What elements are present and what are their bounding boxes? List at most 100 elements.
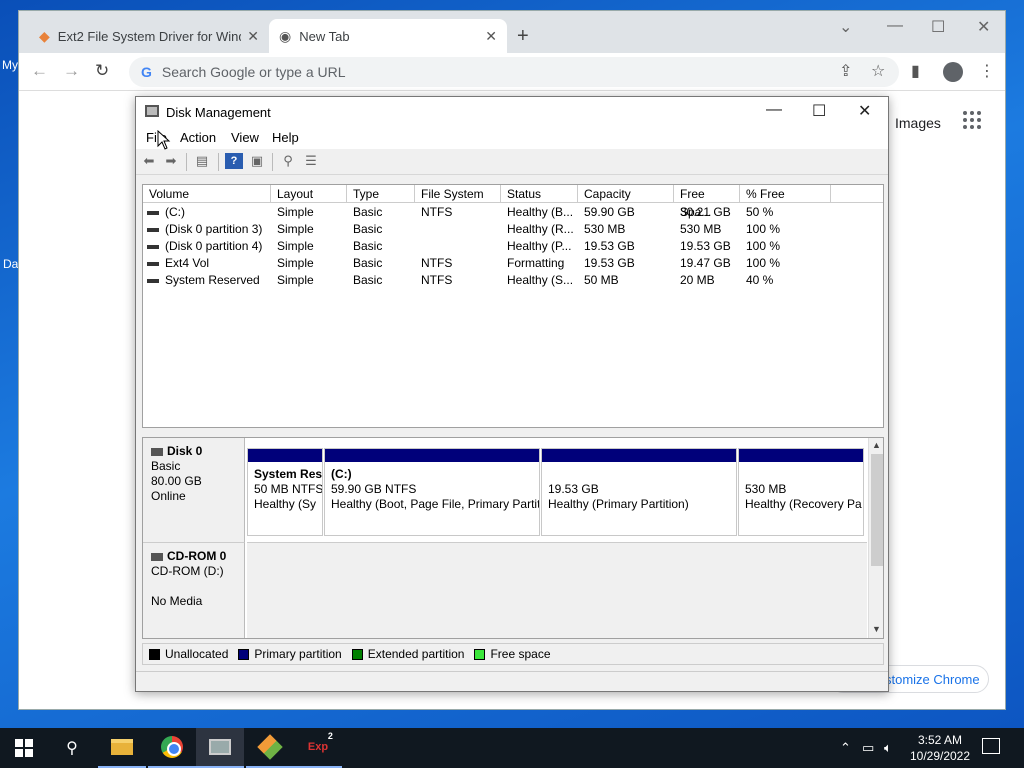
- maximize-icon[interactable]: ☐: [812, 101, 826, 121]
- col-header-layout[interactable]: Layout: [271, 185, 347, 203]
- partition-system-reserved[interactable]: System Res 50 MB NTFS Healthy (Sy: [247, 448, 323, 536]
- show-hidden-icons[interactable]: ⌃: [840, 728, 851, 768]
- col-header-filesystem[interactable]: File System: [415, 185, 501, 203]
- partition-primary-4[interactable]: 19.53 GB Healthy (Primary Partition): [541, 448, 737, 536]
- forward-arrow-icon[interactable]: ➡: [162, 153, 180, 169]
- table-cell: 50 MB: [584, 273, 619, 287]
- cdrom0-label[interactable]: CD-ROM 0 CD-ROM (D:) No Media: [143, 542, 245, 638]
- partition-size: 530 MB: [745, 482, 787, 496]
- table-cell: Basic: [353, 205, 383, 219]
- tab-search-icon[interactable]: ⌄: [839, 17, 852, 37]
- menu-view[interactable]: View: [231, 130, 259, 145]
- menu-action[interactable]: Action: [180, 130, 216, 145]
- list-view-icon[interactable]: ☰: [302, 153, 320, 169]
- window-title: Disk Management: [166, 104, 271, 120]
- table-cell: 530 MB: [584, 222, 626, 236]
- table-row[interactable]: System Reserved Simple Basic NTFS Healthy (S…: [143, 272, 883, 289]
- volume-icon[interactable]: 🔈︎: [884, 728, 892, 768]
- minimize-icon[interactable]: —: [887, 17, 903, 35]
- table-cell: Simple: [277, 222, 314, 236]
- table-cell: (C:): [143, 204, 271, 221]
- tab-ext2-driver[interactable]: ◆ Ext2 File System Driver for Windows ✕: [29, 19, 269, 53]
- properties-icon[interactable]: ▣: [248, 153, 266, 169]
- apps-grid-icon[interactable]: [963, 111, 981, 129]
- close-icon[interactable]: ✕: [858, 101, 871, 121]
- notification-icon[interactable]: [982, 738, 1000, 754]
- scroll-thumb[interactable]: [871, 454, 883, 566]
- bookmark-star-icon[interactable]: ☆: [871, 61, 885, 81]
- menu-help[interactable]: Help: [272, 130, 299, 145]
- desktop-icon-label[interactable]: Da: [3, 257, 18, 271]
- profile-avatar[interactable]: [943, 62, 963, 82]
- table-row[interactable]: (C:) Simple Basic NTFS Healthy (B... 59.90 GB…: [143, 204, 883, 221]
- omnibox-placeholder: Search Google or type a URL: [161, 64, 346, 80]
- dm-toolbar: ⬅ ➡ ▤ ? ▣ ⚲ ☰: [136, 149, 888, 175]
- table-row[interactable]: (Disk 0 partition 4) Simple Basic Healthy (…: [143, 238, 883, 255]
- partition-status: Healthy (Primary Partition): [548, 497, 689, 511]
- volume-icon: [147, 244, 159, 249]
- search-button[interactable]: ⚲: [48, 728, 96, 768]
- minimize-icon[interactable]: —: [766, 101, 782, 119]
- table-cell: 19.53 GB: [584, 239, 635, 253]
- disk-management-icon: [209, 739, 231, 755]
- table-cell: 19.47 GB: [680, 256, 731, 270]
- scroll-down-icon[interactable]: ▼: [872, 624, 881, 634]
- volume-icon: [147, 261, 159, 266]
- desktop-icon-label[interactable]: My: [2, 58, 18, 72]
- close-window-icon[interactable]: ✕: [977, 17, 990, 37]
- legend-item: Free space: [474, 647, 551, 661]
- ntp-images-link[interactable]: Images: [895, 115, 941, 131]
- table-row[interactable]: (Disk 0 partition 3) Simple Basic Healthy (…: [143, 221, 883, 238]
- taskbar-chrome[interactable]: [148, 728, 196, 768]
- col-header-type[interactable]: Type: [347, 185, 415, 203]
- folder-icon: [111, 739, 133, 755]
- system-clock[interactable]: 3:52 AM 10/29/2022: [905, 732, 975, 764]
- console-tree-icon[interactable]: ▤: [193, 153, 211, 169]
- scroll-up-icon[interactable]: ▲: [872, 440, 881, 450]
- col-header-capacity[interactable]: Capacity: [578, 185, 674, 203]
- clock-date: 10/29/2022: [909, 749, 971, 763]
- forward-icon[interactable]: →: [63, 61, 80, 81]
- back-arrow-icon[interactable]: ⬅: [140, 153, 158, 169]
- network-icon[interactable]: ▭: [862, 728, 874, 768]
- menu-dots-icon[interactable]: ⋮: [979, 61, 995, 81]
- col-header-status[interactable]: Status: [501, 185, 578, 203]
- back-icon[interactable]: ←: [31, 61, 48, 81]
- new-tab-button[interactable]: +: [517, 25, 529, 48]
- disk0-label[interactable]: Disk 0 Basic 80.00 GB Online: [143, 438, 245, 542]
- google-g-icon: G: [141, 64, 152, 80]
- omnibox[interactable]: G Search Google or type a URL: [129, 57, 899, 87]
- maximize-icon[interactable]: ☐: [931, 17, 945, 37]
- col-header-freespace[interactable]: Free Spa...: [674, 185, 740, 219]
- cdrom-name: CD-ROM 0: [167, 549, 227, 563]
- help-icon[interactable]: ?: [225, 153, 243, 169]
- graph-scrollbar[interactable]: ▲ ▼: [868, 438, 883, 638]
- table-cell: 59.90 GB: [584, 205, 635, 219]
- cdrom-area: [247, 542, 867, 638]
- side-panel-icon[interactable]: ▮: [911, 61, 920, 81]
- taskbar-file-explorer[interactable]: [98, 728, 146, 768]
- start-button[interactable]: [0, 728, 48, 768]
- disk-management-icon: [145, 105, 159, 117]
- close-icon[interactable]: ✕: [247, 28, 259, 45]
- table-cell: 19.53 GB: [680, 239, 731, 253]
- taskbar-disk-management[interactable]: [196, 728, 244, 768]
- table-row[interactable]: Ext4 Vol Simple Basic NTFS Formatting 19.53 G…: [143, 255, 883, 272]
- ext2-diamond-icon: ◆: [39, 27, 50, 44]
- close-icon[interactable]: ✕: [485, 28, 497, 45]
- cdrom-media: No Media: [151, 594, 203, 608]
- share-icon[interactable]: ⇪: [839, 61, 852, 81]
- col-header-volume[interactable]: Volume: [143, 185, 271, 203]
- taskbar-ext2-volume-manager[interactable]: [246, 728, 294, 768]
- table-cell: Ext4 Vol: [143, 255, 271, 272]
- partition-status: Healthy (Recovery Pa: [745, 497, 862, 511]
- taskbar-explore2fs[interactable]: Exp 2: [294, 728, 342, 768]
- table-cell: System Reserved: [143, 272, 271, 289]
- partition-c-drive[interactable]: (C:) 59.90 GB NTFS Healthy (Boot, Page F…: [324, 448, 540, 536]
- connect-icon[interactable]: ⚲: [279, 153, 297, 169]
- partition-recovery[interactable]: 530 MB Healthy (Recovery Pa: [738, 448, 864, 536]
- reload-icon[interactable]: ↻: [95, 61, 109, 81]
- legend-item: Primary partition: [238, 647, 342, 661]
- tab-new-tab[interactable]: ◉ New Tab ✕: [269, 19, 507, 53]
- col-header-percentfree[interactable]: % Free: [740, 185, 831, 203]
